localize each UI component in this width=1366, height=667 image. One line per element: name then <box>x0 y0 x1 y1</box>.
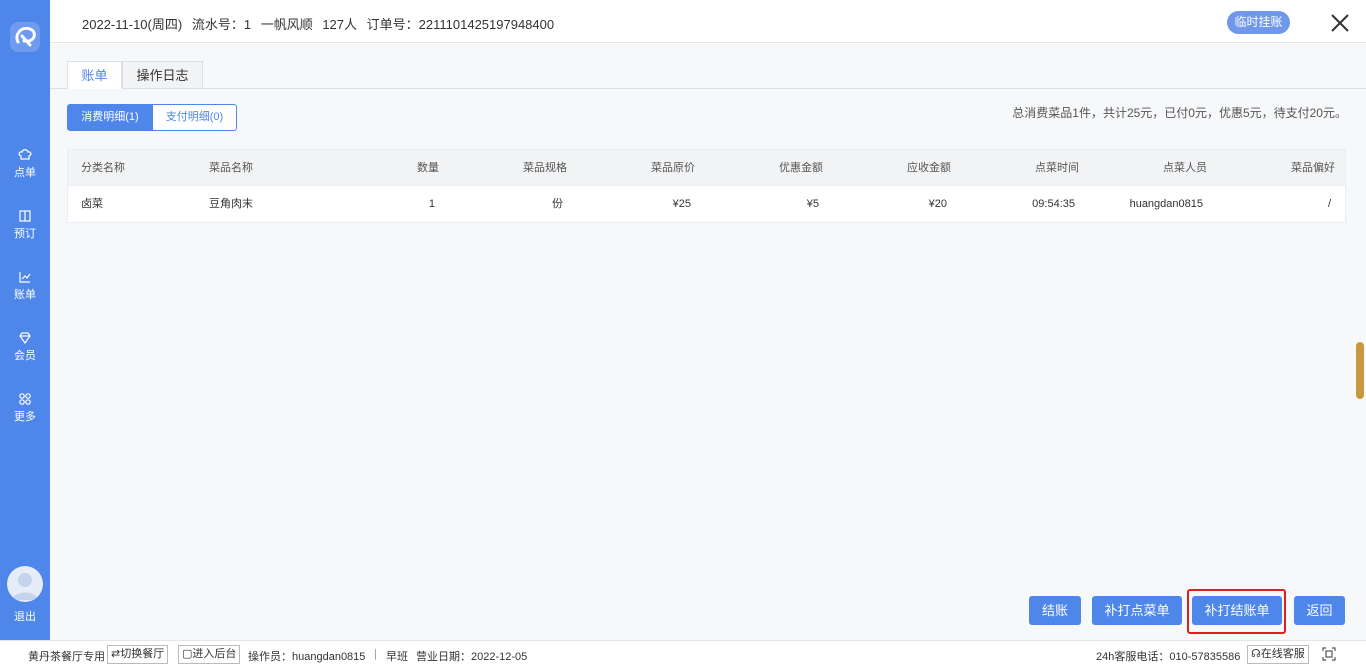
header: 2022-11-10(周四) 流水号：1 一帆风顺 127人 订单号：22111… <box>50 0 1366 43</box>
enter-backend-label: 进入后台 <box>192 648 237 660</box>
temporary-credit-button[interactable]: 临时挂账 <box>1227 11 1290 34</box>
back-button[interactable]: 返回 <box>1294 596 1345 625</box>
user-icon <box>12 573 38 600</box>
order-time-cell: 09:54:35 <box>1032 198 1075 210</box>
logout-button[interactable]: 退出 <box>0 608 50 624</box>
sidebar-item-label: 更多 <box>14 411 36 423</box>
sidebar-item-label: 会员 <box>14 350 36 362</box>
column-header: 分类名称 <box>81 162 125 174</box>
column-header: 菜品名称 <box>209 162 253 174</box>
main-panel: 账单 操作日志 消费明细(1) 支付明细(0) 总消费菜品1件，共计25元，已付… <box>50 44 1366 640</box>
table-row[interactable]: 卤菜 豆角肉末 1 份 ¥25 ¥5 ¥20 09:54:35 huangdan… <box>68 186 1345 222</box>
column-header: 数量 <box>417 162 439 174</box>
reprint-bill-button[interactable]: 补打结账单 <box>1192 596 1282 625</box>
window-icon: ▢ <box>182 648 193 660</box>
serial-number: 流水号：1 <box>191 17 252 32</box>
shift-info: 早班 <box>386 651 408 663</box>
consumption-detail-button[interactable]: 消费明细(1) <box>67 104 153 131</box>
book-icon <box>19 210 31 222</box>
avatar[interactable] <box>7 566 43 602</box>
enter-backend-button[interactable]: ▢进入后台 <box>178 645 241 664</box>
diamond-icon <box>19 332 31 345</box>
table-header-row: 分类名称 菜品名称 数量 菜品规格 菜品原价 优惠金额 应收金额 点菜时间 点菜… <box>68 150 1345 186</box>
column-header: 应收金额 <box>907 162 951 174</box>
sidebar-item-order[interactable]: 点单 <box>0 148 50 198</box>
column-header: 菜品原价 <box>651 162 695 174</box>
fullscreen-icon[interactable] <box>1322 647 1336 661</box>
operator-cell: huangdan0815 <box>1129 198 1203 210</box>
dish-table: 分类名称 菜品名称 数量 菜品规格 菜品原价 优惠金额 应收金额 点菜时间 点菜… <box>67 149 1346 223</box>
online-service-label: 在线客服 <box>1260 648 1305 660</box>
restaurant-name: 黄丹茶餐厅专用 <box>28 651 105 663</box>
chart-icon <box>19 272 31 283</box>
discount-cell: ¥5 <box>806 198 819 210</box>
scrollbar-thumb[interactable] <box>1356 342 1364 399</box>
preference-cell: / <box>1327 198 1331 210</box>
status-bar: 黄丹茶餐厅专用 ⇄切换餐厅 ▢进入后台 操作员：huangdan0815 | 早… <box>0 640 1366 667</box>
quantity-cell: 1 <box>428 198 435 210</box>
dish-name-cell: 豆角肉末 <box>209 198 253 210</box>
tab-bill[interactable]: 账单 <box>67 61 122 89</box>
column-header: 菜品偏好 <box>1291 162 1335 174</box>
sidebar-item-label: 点单 <box>14 167 36 179</box>
close-icon[interactable] <box>1330 13 1350 33</box>
sidebar-item-reservation[interactable]: 预订 <box>0 209 50 259</box>
receivable-cell: ¥20 <box>928 198 947 210</box>
sidebar-item-label: 账单 <box>14 289 36 301</box>
category-cell: 卤菜 <box>81 198 103 210</box>
reprint-order-button[interactable]: 补打点菜单 <box>1092 596 1182 625</box>
original-price-cell: ¥25 <box>672 198 691 210</box>
sidebar-item-bill[interactable]: 账单 <box>0 270 50 320</box>
hotline: 24h客服电话：010-57835586 <box>1096 651 1241 663</box>
guest-count: 127人 <box>322 17 358 32</box>
operator-info: 操作员：huangdan0815 <box>248 651 366 663</box>
table-name: 一帆风顺 <box>260 17 313 32</box>
column-header: 点菜时间 <box>1035 162 1079 174</box>
headset-icon: ☊ <box>1251 648 1261 660</box>
separator: | <box>374 648 377 660</box>
payment-detail-button[interactable]: 支付明细(0) <box>152 104 237 131</box>
tab-divider <box>50 88 1366 89</box>
sidebar: 点单 预订 账单 会员 更多 退出 <box>0 0 50 640</box>
grid-icon <box>19 393 31 405</box>
column-header: 菜品规格 <box>523 162 567 174</box>
online-service-button[interactable]: ☊在线客服 <box>1247 645 1309 664</box>
column-header: 点菜人员 <box>1163 162 1207 174</box>
order-number: 订单号：2211101425197948400 <box>366 17 555 32</box>
switch-restaurant-label: 切换餐厅 <box>120 648 165 660</box>
switch-restaurant-button[interactable]: ⇄切换餐厅 <box>107 645 169 664</box>
sidebar-item-more[interactable]: 更多 <box>0 392 50 442</box>
business-date: 营业日期：2022-12-05 <box>416 651 528 663</box>
tab-operation-log[interactable]: 操作日志 <box>122 61 203 89</box>
chef-hat-icon <box>18 149 32 160</box>
app-logo-icon <box>10 22 40 52</box>
order-date: 2022-11-10(周四) <box>82 17 183 32</box>
bill-summary: 总消费菜品1件，共计25元，已付0元，优惠5元，待支付20元。 <box>1012 106 1347 120</box>
column-header: 优惠金额 <box>779 162 823 174</box>
checkout-button[interactable]: 结账 <box>1029 596 1081 625</box>
swap-icon: ⇄ <box>111 648 121 660</box>
sidebar-item-label: 预订 <box>14 228 36 240</box>
sidebar-item-member[interactable]: 会员 <box>0 331 50 381</box>
spec-cell: 份 <box>552 198 563 210</box>
order-info: 2022-11-10(周四) 流水号：1 一帆风顺 127人 订单号：22111… <box>82 14 560 33</box>
